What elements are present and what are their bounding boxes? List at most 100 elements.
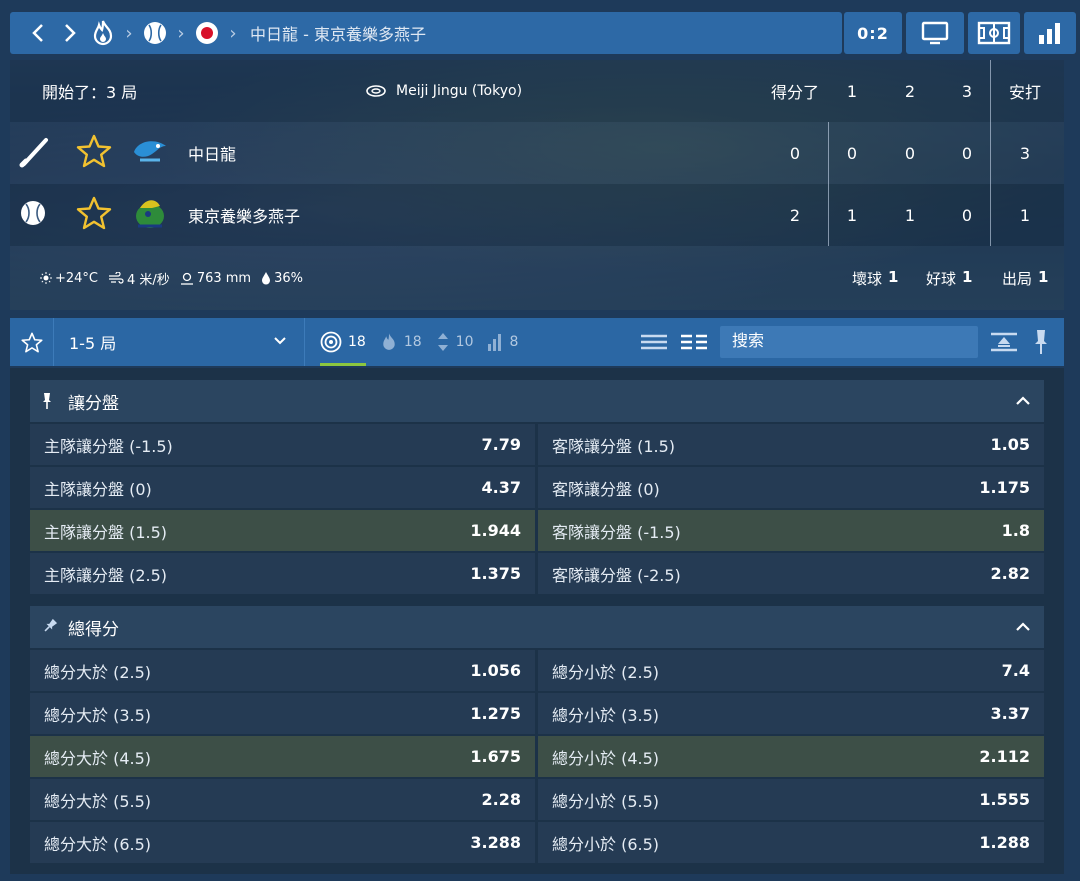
scoreboard-divider [828,122,829,246]
odds-button-right[interactable]: 客隊讓分盤 (1.5) 1.05 [538,424,1044,465]
tab-all-markets[interactable]: 18 [320,318,366,366]
droplet-icon [262,271,271,284]
odds-value: 1.944 [470,521,521,540]
favorites-filter-button[interactable] [10,318,54,366]
market-type-tabs: 18 18 10 8 [320,318,518,366]
tv-button[interactable] [906,12,964,54]
score-display: 0:2 [844,12,902,54]
pin-icon[interactable] [42,392,52,414]
odds-label: 總分大於 (6.5) [44,834,152,854]
odds-button-left[interactable]: 總分大於 (4.5) 1.675 [30,736,535,777]
back-arrow-icon[interactable] [22,23,54,43]
chevron-down-icon [272,332,288,352]
tab-stats-markets[interactable]: 8 [487,332,518,352]
odds-button-right[interactable]: 總分小於 (3.5) 3.37 [538,693,1044,734]
odds-value: 1.8 [1001,521,1030,540]
favorite-star-icon[interactable] [76,196,112,234]
odds-button-left[interactable]: 主隊讓分盤 (-1.5) 7.79 [30,424,535,465]
balls-count: 壞球 1 [852,267,899,288]
column-header-runs: 得分了 [770,83,819,102]
column-header-inning-3: 3 [961,81,973,101]
pin-tilted-icon[interactable] [42,618,58,638]
japan-flag-icon[interactable] [190,21,224,45]
odds-label: 主隊讓分盤 (2.5) [44,565,168,585]
up-down-arrows-icon [437,333,448,351]
odds-button-right[interactable]: 客隊讓分盤 (0) 1.175 [538,467,1044,508]
search-input[interactable] [720,326,978,358]
odds-value: 1.05 [990,435,1030,454]
baseball-icon[interactable] [138,21,172,45]
odds-button-right[interactable]: 總分小於 (2.5) 7.4 [538,650,1044,691]
stadium-icon [366,85,386,97]
wind-speed: 4 米/秒 [108,269,170,288]
team-hits: 3 [1019,143,1031,163]
match-title[interactable]: 中日龍 - 東京養樂多燕子 [242,21,426,45]
forward-arrow-icon[interactable] [54,23,86,43]
collapse-all-button[interactable] [990,318,1018,366]
pressure: 763 mm [180,271,251,286]
list-view-button[interactable] [640,318,668,366]
team-row: 東京養樂多燕子 2 1 1 0 1 [10,184,1064,246]
market-header[interactable]: 總得分 [30,606,1044,648]
odds-button-left[interactable]: 總分大於 (5.5) 2.28 [30,779,535,820]
odds-label: 總分大於 (2.5) [44,662,152,682]
two-column-icon [681,334,707,350]
odds-button-right[interactable]: 總分小於 (6.5) 1.288 [538,822,1044,863]
team-inning-3: 0 [961,143,973,163]
market-handicap: 讓分盤 主隊讓分盤 (-1.5) 7.79 客隊讓分盤 (1.5) 1.05 主隊讓分盤… [30,380,1044,595]
odds-button-right[interactable]: 總分小於 (4.5) 2.112 [538,736,1044,777]
statistics-button[interactable] [1024,12,1076,54]
weather-info: +24°C 4 米/秒 763 mm 36% [40,269,303,288]
collapse-icon [991,332,1017,352]
star-outline-icon [20,332,43,352]
chevron-up-icon[interactable] [1014,618,1032,640]
scoreboard: 開始了：3 局 Meiji Jingu (Tokyo) 得分了 1 2 3 安打… [10,60,1064,310]
pressure-icon [180,272,193,285]
odds-value: 1.288 [979,833,1030,852]
venue: Meiji Jingu (Tokyo) [366,83,522,99]
target-icon [320,331,342,353]
bat-icon [18,134,52,172]
tab-handicap-markets[interactable]: 10 [436,332,473,352]
bar-chart-icon [1039,23,1060,44]
odds-row: 總分大於 (3.5) 1.275 總分小於 (3.5) 3.37 [30,692,1044,735]
odds-row: 總分大於 (5.5) 2.28 總分小於 (5.5) 1.555 [30,778,1044,821]
team-name-home[interactable]: 中日龍 [188,141,236,165]
app-frame: › › › 中日龍 - 東京養樂多燕子 0:2 開始了：3 局 Meiji Ji… [0,0,1080,881]
odds-label: 客隊讓分盤 (0) [552,479,660,499]
odds-row: 總分大於 (4.5) 1.675 總分小於 (4.5) 2.112 [30,735,1044,778]
odds-label: 總分小於 (6.5) [552,834,660,854]
odds-button-right[interactable]: 總分小於 (5.5) 1.555 [538,779,1044,820]
odds-button-left[interactable]: 總分大於 (2.5) 1.056 [30,650,535,691]
odds-button-left[interactable]: 總分大於 (6.5) 3.288 [30,822,535,863]
market-header[interactable]: 讓分盤 [30,380,1044,422]
pin-icon [1035,330,1047,354]
odds-button-left[interactable]: 總分大於 (3.5) 1.275 [30,693,535,734]
period-select[interactable]: 1-5 局 [55,318,305,366]
odds-label: 客隊讓分盤 (-1.5) [552,522,681,542]
live-fire-icon[interactable] [86,19,120,47]
strikes-count: 好球 1 [926,267,973,288]
team-inning-2: 0 [904,143,916,163]
team-inning-1: 1 [846,205,858,225]
odds-button-left[interactable]: 主隊讓分盤 (2.5) 1.375 [30,553,535,594]
tab-popular-markets[interactable]: 18 [380,332,422,352]
bars-icon [488,334,502,351]
odds-value: 4.37 [481,478,521,497]
odds-button-left[interactable]: 主隊讓分盤 (1.5) 1.944 [30,510,535,551]
team-name-away[interactable]: 東京養樂多燕子 [188,203,300,227]
odds-label: 總分小於 (5.5) [552,791,660,811]
favorite-star-icon[interactable] [76,134,112,172]
pin-button[interactable] [1034,318,1048,366]
odds-button-right[interactable]: 客隊讓分盤 (-1.5) 1.8 [538,510,1044,551]
field-icon [977,21,1011,45]
team-runs: 0 [789,143,801,163]
grid-view-button[interactable] [680,318,708,366]
market-title: 總得分 [68,619,119,640]
breadcrumb-separator-icon: › [229,22,237,44]
chevron-up-icon[interactable] [1014,392,1032,414]
field-view-button[interactable] [968,12,1020,54]
odds-label: 總分小於 (2.5) [552,662,660,682]
odds-button-left[interactable]: 主隊讓分盤 (0) 4.37 [30,467,535,508]
odds-button-right[interactable]: 客隊讓分盤 (-2.5) 2.82 [538,553,1044,594]
